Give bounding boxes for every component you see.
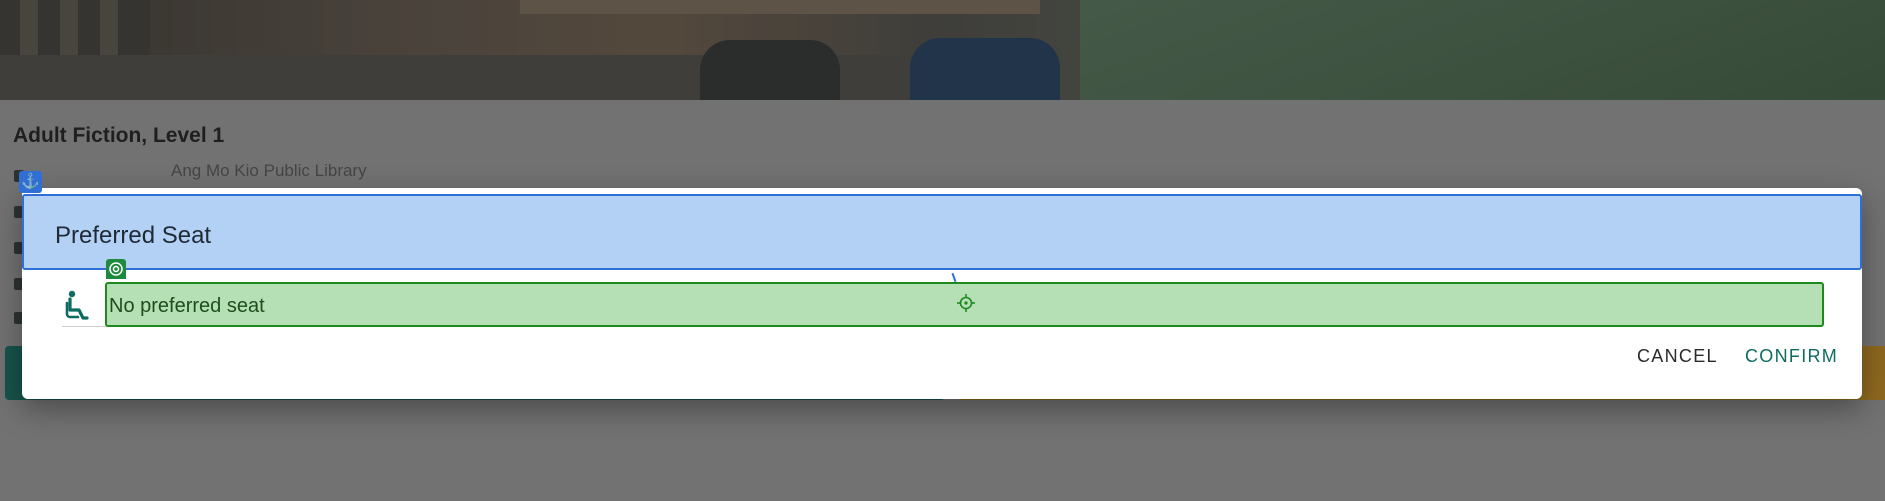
field-marker-icon xyxy=(106,259,126,279)
dialog-title: Preferred Seat xyxy=(55,222,212,249)
accessible-seat-icon xyxy=(65,290,89,320)
cancel-button[interactable]: CANCEL xyxy=(1637,346,1718,367)
crosshair-icon xyxy=(957,294,975,312)
anchor-icon: ⚓ xyxy=(19,171,42,193)
confirm-button[interactable]: CONFIRM xyxy=(1745,346,1838,367)
seat-field-value: No preferred seat xyxy=(109,295,265,317)
dialog-header: Preferred Seat xyxy=(22,194,1862,270)
preferred-seat-select[interactable]: No preferred seat xyxy=(105,282,1824,327)
